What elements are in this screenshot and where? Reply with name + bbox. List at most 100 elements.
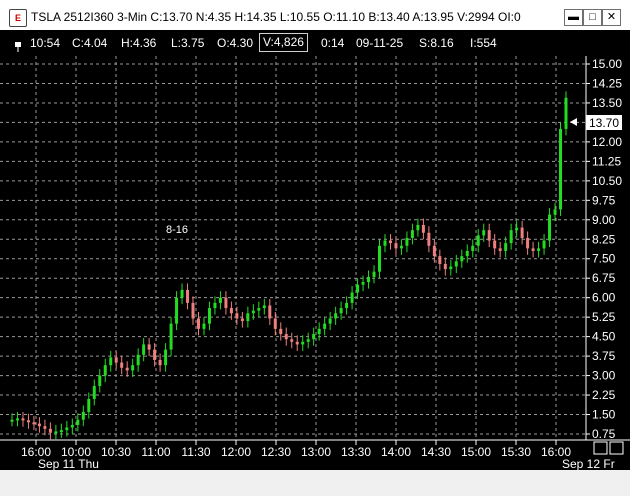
candle-body — [312, 334, 316, 340]
y-tick-label: 4.50 — [592, 330, 616, 344]
candle-body — [323, 323, 327, 329]
y-tick-label: 13.50 — [592, 96, 622, 110]
candle-body — [224, 297, 228, 309]
candle-body — [21, 418, 25, 421]
close-button[interactable]: ✕ — [602, 9, 621, 26]
candle-body — [388, 240, 392, 244]
candle-body — [240, 318, 244, 322]
candle-body — [394, 243, 398, 249]
y-tick-label: 15.00 — [592, 57, 622, 71]
candle-body — [196, 318, 200, 329]
candle-body — [257, 308, 261, 311]
date-label-left: Sep 11 Thu — [38, 457, 99, 471]
candle-body — [334, 313, 338, 319]
candle-body — [410, 230, 414, 238]
candle-body — [378, 245, 382, 272]
candle-body — [76, 419, 80, 425]
y-tick-label: 7.50 — [592, 252, 616, 266]
toolbar-volume: V:4,826 — [259, 33, 308, 52]
y-tick-label: 9.75 — [592, 193, 616, 207]
candle-body — [339, 308, 343, 314]
chart-panel[interactable]: 10:54 C:4.04 H:4.36 L:3.75 O:4.30 V:4,82… — [0, 30, 630, 471]
candle-body — [48, 428, 52, 433]
candle-body — [498, 248, 502, 251]
candle-body — [471, 245, 475, 251]
candle-body — [213, 302, 217, 309]
x-tick-label: 13:30 — [341, 445, 371, 459]
status-bar — [0, 470, 630, 480]
candle-body — [531, 248, 535, 251]
x-tick-label: 14:00 — [381, 445, 411, 459]
data-toolbar: 10:54 C:4.04 H:4.36 L:3.75 O:4.30 V:4,82… — [0, 30, 630, 56]
candle-body — [564, 97, 568, 129]
pin-icon[interactable] — [14, 42, 22, 52]
candle-body — [438, 256, 442, 264]
price-arrow-icon — [570, 118, 577, 126]
y-tick-label: 14.25 — [592, 76, 622, 90]
candle-body — [482, 230, 486, 236]
x-tick-label: 11:00 — [141, 445, 170, 459]
candle-body — [487, 230, 491, 241]
candle-body — [295, 341, 299, 345]
y-tick-label: 0.75 — [592, 427, 616, 441]
toolbar-time: 10:54 — [30, 36, 61, 50]
candle-body — [427, 232, 431, 246]
candle-body — [328, 318, 332, 324]
candle-body — [460, 256, 464, 262]
candle-body — [449, 266, 453, 270]
minimize-button[interactable]: ▬ — [564, 9, 583, 26]
x-tick-label: 15:30 — [501, 445, 531, 459]
x-tick-label: 15:00 — [461, 445, 491, 459]
candle-body — [207, 308, 211, 324]
candle-body — [180, 289, 184, 298]
candle-body — [421, 224, 425, 233]
candle-body — [356, 284, 360, 293]
price-marker-label: 13.70 — [589, 116, 619, 130]
candle-body — [493, 240, 497, 249]
toolbar-close: C:4.04 — [72, 36, 108, 50]
candle-body — [350, 292, 354, 303]
candle-body — [59, 430, 63, 433]
candle-body — [164, 349, 168, 366]
y-tick-label: 9.00 — [592, 213, 616, 227]
candle-body — [520, 227, 524, 238]
candle-body — [361, 282, 365, 285]
x-tick-label: 13:00 — [301, 445, 331, 459]
candle-body — [399, 245, 403, 249]
candle-body — [509, 230, 513, 244]
candle-body — [279, 328, 283, 335]
candle-body — [405, 237, 409, 246]
candle-body — [301, 341, 305, 345]
candle-body — [26, 420, 30, 423]
grid — [0, 56, 586, 440]
y-tick-label: 11.25 — [592, 154, 621, 168]
candle-body — [10, 419, 14, 422]
candle-body — [191, 302, 195, 319]
candle-body — [246, 313, 250, 322]
candle-body — [229, 308, 233, 314]
candle-body — [372, 271, 376, 277]
candle-body — [125, 367, 129, 371]
chart-annotation: 8-16 — [166, 224, 188, 236]
candle-body — [158, 360, 162, 366]
zoom-out-button[interactable] — [593, 441, 608, 455]
toolbar-elapsed: 0:14 — [321, 36, 345, 50]
candle-body — [65, 427, 69, 431]
x-tick-label: 12:00 — [221, 445, 251, 459]
y-tick-label: 1.50 — [592, 408, 616, 422]
candle-body — [476, 235, 480, 246]
maximize-button[interactable]: □ — [583, 9, 602, 26]
candle-body — [443, 263, 447, 270]
candle-body — [103, 365, 107, 376]
price-chart[interactable]: 15.0014.2513.5012.7512.0011.2510.509.759… — [0, 56, 630, 496]
candle-body — [306, 339, 310, 342]
candle-body — [526, 237, 530, 249]
x-tick-label: 10:30 — [101, 445, 131, 459]
candle-body — [537, 248, 541, 251]
toolbar-high: H:4.36 — [121, 36, 157, 50]
candle-body — [504, 243, 508, 251]
window-title: TSLA 2512I360 3-Min C:13.70 N:4.35 H:14.… — [31, 10, 521, 24]
candle-body — [142, 344, 146, 355]
zoom-in-button[interactable] — [609, 441, 624, 455]
candle-body — [147, 344, 151, 350]
